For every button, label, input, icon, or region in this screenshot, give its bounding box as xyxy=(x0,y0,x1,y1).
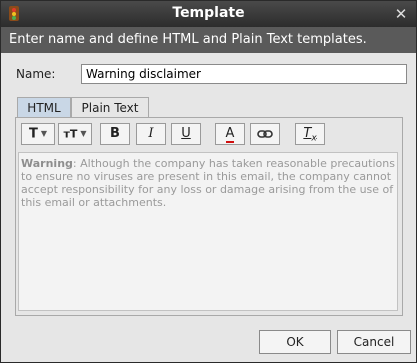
clear-format-icon: Tx xyxy=(303,126,317,144)
font-size-button[interactable]: ᴛT ▼ xyxy=(58,123,92,145)
italic-icon: I xyxy=(148,126,154,141)
font-color-icon: A xyxy=(225,126,235,143)
html-editor[interactable]: Warning: Although the company has taken … xyxy=(18,152,398,311)
warning-label: Warning xyxy=(21,157,73,170)
link-button[interactable] xyxy=(250,123,280,145)
cancel-button[interactable]: Cancel xyxy=(337,330,411,354)
bold-button[interactable]: B xyxy=(100,123,130,145)
disclaimer-text: : Although the company has taken reasona… xyxy=(21,157,395,209)
html-tab-panel: T ▼ ᴛT ▼ B I U A Tx Warning: Although th… xyxy=(15,117,403,316)
chevron-down-icon: ▼ xyxy=(40,129,48,138)
close-icon[interactable]: ✕ xyxy=(392,5,410,23)
tab-plain-text[interactable]: Plain Text xyxy=(71,97,149,118)
chevron-down-icon: ▼ xyxy=(80,129,87,138)
font-color-button[interactable]: A xyxy=(215,123,245,145)
font-size-icon: ᴛT xyxy=(63,127,78,141)
italic-button[interactable]: I xyxy=(136,123,166,145)
link-icon xyxy=(257,126,273,141)
tab-html[interactable]: HTML xyxy=(17,97,71,118)
bold-icon: B xyxy=(110,126,120,141)
font-family-button[interactable]: T ▼ xyxy=(21,123,55,145)
underline-icon: U xyxy=(181,126,191,141)
name-label: Name: xyxy=(16,67,56,81)
instruction-banner: Enter name and define HTML and Plain Tex… xyxy=(1,27,416,53)
ok-button[interactable]: OK xyxy=(259,330,331,354)
template-dialog: Template ✕ Enter name and define HTML an… xyxy=(0,0,417,363)
underline-button[interactable]: U xyxy=(171,123,201,145)
window-title: Template xyxy=(172,5,245,21)
clear-format-button[interactable]: Tx xyxy=(295,123,325,145)
instruction-text: Enter name and define HTML and Plain Tex… xyxy=(9,32,367,47)
title-bar: Template ✕ xyxy=(1,1,416,27)
font-family-icon: T xyxy=(28,126,38,142)
name-input[interactable] xyxy=(81,64,407,84)
